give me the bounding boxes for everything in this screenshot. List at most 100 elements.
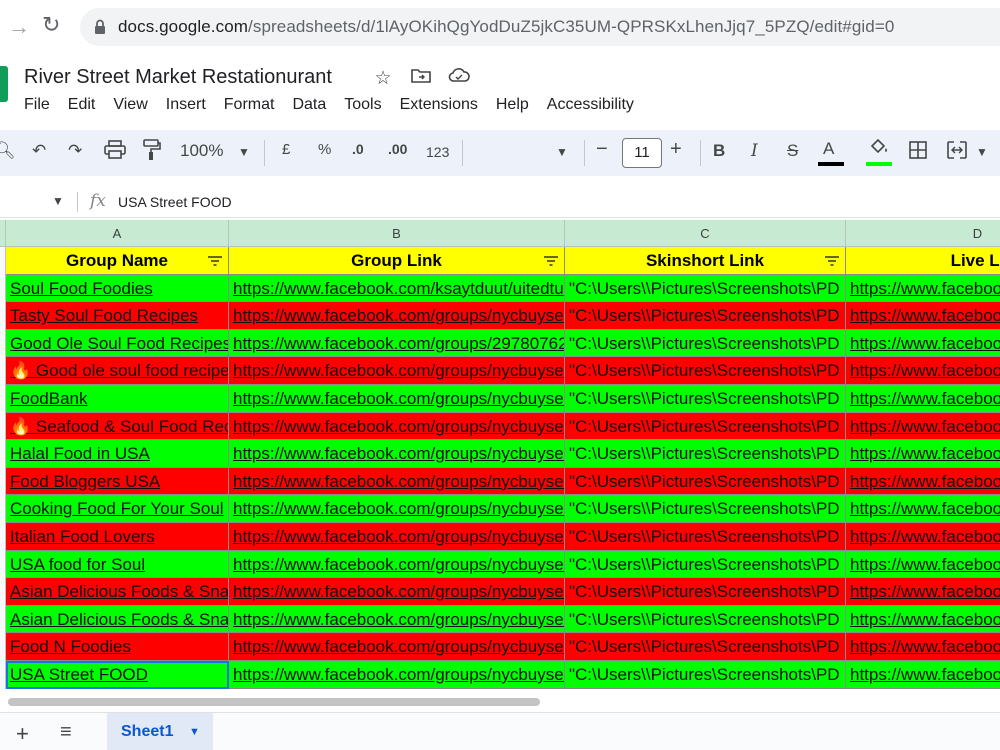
live-link-cell[interactable]: https://www.faceboo [846,633,1000,661]
font-family-dropdown-icon[interactable]: ▼ [556,145,568,159]
header-cell-skinshort-link[interactable]: Skinshort Link [565,247,846,275]
skinshort-link-cell[interactable]: "C:\Users\\Pictures\Screenshots\PD [565,274,846,303]
back-arrow-icon[interactable]: → [8,14,30,40]
url-field[interactable]: docs.google.com/spreadsheets/d/1lAyOKihQ… [80,8,1000,46]
group-link-cell[interactable]: https://www.facebook.com/groups/nycbuyse… [229,302,565,330]
live-link-cell[interactable]: https://www.faceboo [846,605,1000,634]
group-name-cell[interactable]: Italian Food Lovers [6,523,229,551]
skinshort-link-cell[interactable]: "C:\Users\\Pictures\Screenshots\PD [565,440,846,468]
live-link-cell[interactable]: https://www.faceboo [846,661,1000,689]
live-link-cell[interactable]: https://www.faceboo [846,274,1000,303]
menu-accessibility[interactable]: Accessibility [547,96,634,114]
increase-font-size-button[interactable]: + [670,138,682,161]
group-name-cell[interactable]: Asian Delicious Foods & Snacks [6,605,229,634]
header-cell-group-link[interactable]: Group Link [229,247,565,275]
group-link-cell[interactable]: https://www.facebook.com/ksaytduut/uited… [229,274,565,303]
group-link-cell[interactable]: https://www.facebook.com/groups/nycbuyse… [229,357,565,385]
group-link-cell[interactable]: https://www.facebook.com/groups/nycbuyse… [229,550,565,579]
document-title[interactable]: River Street Market Restationurant [24,66,332,89]
filter-icon[interactable] [208,256,222,266]
group-name-cell[interactable]: Soul Food Foodies [6,274,229,303]
skinshort-link-cell[interactable]: "C:\Users\\Pictures\Screenshots\PD [565,523,846,551]
filter-icon[interactable] [825,256,839,266]
group-name-cell[interactable]: 🔥 Good ole soul food recipes [6,357,229,385]
name-box-dropdown-icon[interactable]: ▼ [52,194,64,208]
group-link-cell[interactable]: https://www.facebook.com/groups/nycbuyse… [229,440,565,468]
menu-data[interactable]: Data [292,96,326,114]
live-link-cell[interactable]: https://www.faceboo [846,550,1000,579]
fill-color-icon[interactable] [868,137,890,162]
horizontal-scrollbar[interactable] [0,692,1000,710]
group-link-cell[interactable]: https://www.facebook.com/groups/nycbuyse… [229,661,565,689]
group-link-cell[interactable]: https://www.facebook.com/groups/nycbuyse… [229,605,565,634]
group-name-cell[interactable]: Cooking Food For Your Soul [6,495,229,523]
group-link-cell[interactable]: https://www.facebook.com/groups/nycbuyse… [229,633,565,661]
group-name-cell[interactable]: 🔥 Seafood & Soul Food Recipes [6,412,229,441]
column-header-d[interactable]: D [846,220,1000,247]
live-link-cell[interactable]: https://www.faceboo [846,329,1000,358]
group-name-cell[interactable]: Good Ole Soul Food Recipes [6,329,229,358]
group-link-cell[interactable]: https://www.facebook.com/groups/nycbuyse… [229,467,565,496]
menu-format[interactable]: Format [224,96,275,114]
group-name-cell[interactable]: FoodBank [6,385,229,413]
formula-input[interactable]: USA Street FOOD [118,194,232,210]
live-link-cell[interactable]: https://www.faceboo [846,495,1000,523]
menu-help[interactable]: Help [496,96,529,114]
cloud-status-icon[interactable] [448,67,470,90]
all-sheets-menu-icon[interactable]: ≡ [60,721,72,744]
group-name-cell[interactable]: USA food for Soul [6,550,229,579]
menu-insert[interactable]: Insert [166,96,206,114]
menu-extensions[interactable]: Extensions [400,96,478,114]
group-link-cell[interactable]: https://www.facebook.com/groups/nycbuyse… [229,523,565,551]
sheets-logo-icon[interactable] [0,66,8,102]
font-size-input[interactable]: 11 [622,138,662,168]
skinshort-link-cell[interactable]: "C:\Users\\Pictures\Screenshots\PD [565,302,846,330]
undo-icon[interactable]: ↶ [32,141,46,161]
sheet-tab[interactable]: Sheet1 ▼ [107,713,213,750]
column-header-a[interactable]: A [6,220,229,247]
decrease-font-size-button[interactable]: − [596,138,608,161]
group-link-cell[interactable]: https://www.facebook.com/groups/nycbuyse… [229,385,565,413]
increase-decimal-button[interactable]: .00 [388,141,407,157]
paint-format-icon[interactable] [142,139,162,166]
group-name-cell[interactable]: Food N Foodies [6,633,229,661]
filter-icon[interactable] [544,256,558,266]
header-cell-live-link[interactable]: Live Li [846,247,1000,275]
sheet-tab-dropdown-icon[interactable]: ▼ [189,726,200,738]
group-link-cell[interactable]: https://www.facebook.com/groups/nycbuyse… [229,578,565,606]
group-name-cell[interactable]: Halal Food in USA [6,440,229,468]
move-folder-icon[interactable] [410,67,432,90]
redo-icon[interactable]: ↷ [68,141,82,161]
skinshort-link-cell[interactable]: "C:\Users\\Pictures\Screenshots\PD [565,550,846,579]
column-header-c[interactable]: C [565,220,846,247]
text-color-button[interactable]: A [823,139,834,159]
print-icon[interactable] [104,140,126,165]
live-link-cell[interactable]: https://www.faceboo [846,302,1000,330]
italic-button[interactable]: I [751,141,758,161]
skinshort-link-cell[interactable]: "C:\Users\\Pictures\Screenshots\PD [565,329,846,358]
skinshort-link-cell[interactable]: "C:\Users\\Pictures\Screenshots\PD [565,661,846,689]
reload-icon[interactable]: ↻ [42,12,60,38]
merge-cells-icon[interactable] [946,140,968,165]
group-link-cell[interactable]: https://www.facebook.com/groups/nycbuyse… [229,495,565,523]
skinshort-link-cell[interactable]: "C:\Users\\Pictures\Screenshots\PD [565,412,846,441]
live-link-cell[interactable]: https://www.faceboo [846,440,1000,468]
bold-button[interactable]: B [713,141,725,161]
currency-format-button[interactable]: £ [282,141,290,158]
menu-edit[interactable]: Edit [68,96,96,114]
skinshort-link-cell[interactable]: "C:\Users\\Pictures\Screenshots\PD [565,357,846,385]
skinshort-link-cell[interactable]: "C:\Users\\Pictures\Screenshots\PD [565,578,846,606]
skinshort-link-cell[interactable]: "C:\Users\\Pictures\Screenshots\PD [565,467,846,496]
group-name-cell[interactable]: Food Bloggers USA [6,467,229,496]
strikethrough-button[interactable]: S [787,141,798,161]
live-link-cell[interactable]: https://www.faceboo [846,523,1000,551]
group-name-cell[interactable]: Asian Delicious Foods & Snacks [6,578,229,606]
group-name-cell[interactable]: USA Street FOOD [6,661,229,689]
skinshort-link-cell[interactable]: "C:\Users\\Pictures\Screenshots\PD [565,385,846,413]
menu-view[interactable]: View [113,96,147,114]
menu-tools[interactable]: Tools [344,96,381,114]
column-header-b[interactable]: B [229,220,565,247]
skinshort-link-cell[interactable]: "C:\Users\\Pictures\Screenshots\PD [565,605,846,634]
header-cell-group-name[interactable]: Group Name [6,247,229,275]
skinshort-link-cell[interactable]: "C:\Users\\Pictures\Screenshots\PD [565,633,846,661]
